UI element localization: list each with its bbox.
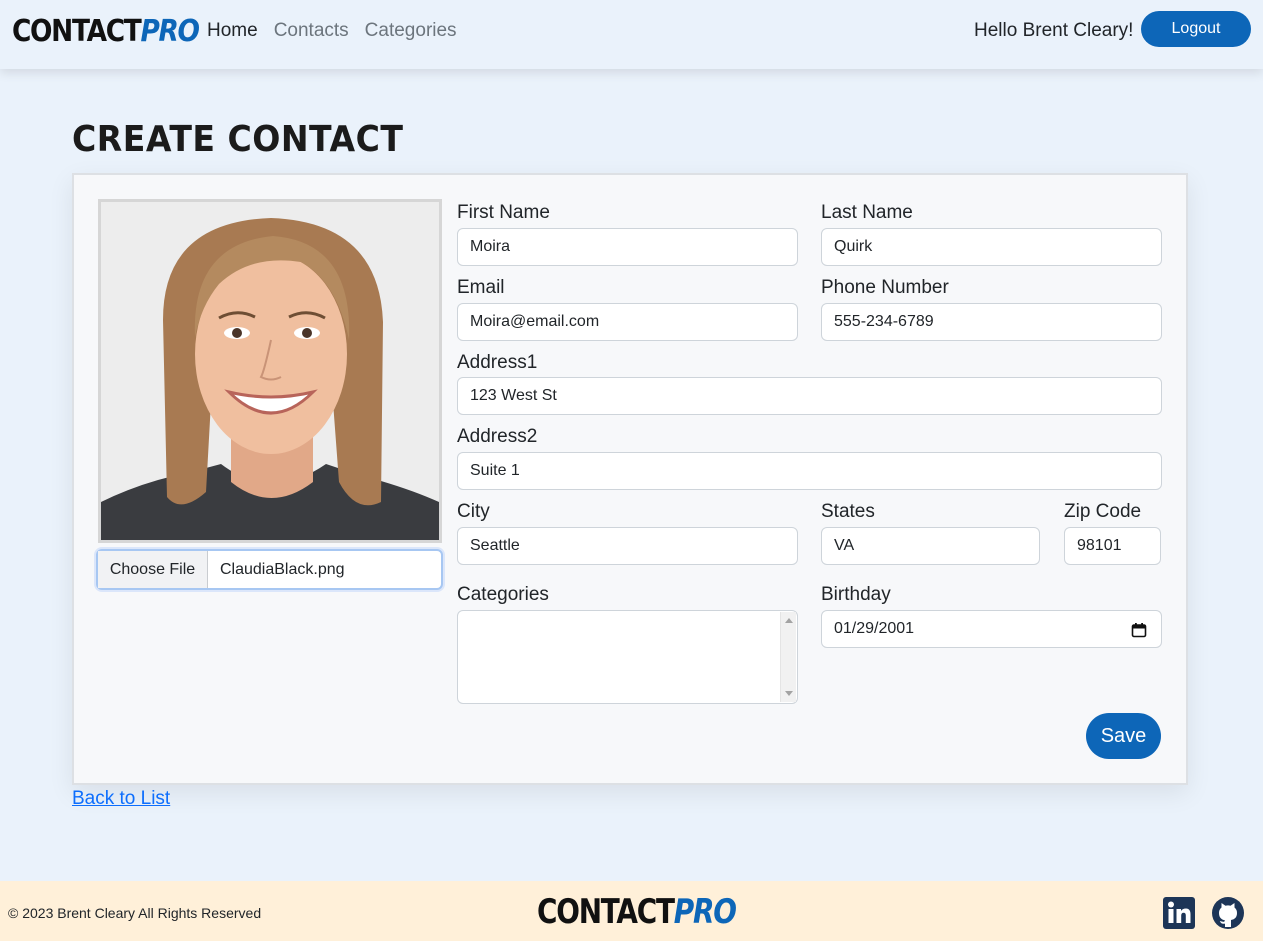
address1-label: Address1 (457, 352, 538, 373)
save-button[interactable]: Save (1086, 713, 1161, 759)
last-name-label: Last Name (821, 202, 913, 223)
chosen-file-name: ClaudiaBlack.png (220, 560, 345, 578)
navbar: CONTACTPRO Home Contacts Categories Hell… (0, 0, 1263, 69)
footer-logo: CONTACTPRO (537, 891, 737, 933)
birthday-label: Birthday (821, 584, 891, 605)
city-label: City (457, 501, 490, 522)
linkedin-icon[interactable] (1162, 896, 1196, 930)
github-icon[interactable] (1211, 896, 1245, 930)
last-name-input[interactable]: Quirk (821, 228, 1162, 266)
nav-links: Home Contacts Categories (207, 19, 457, 43)
email-input[interactable]: Moira@email.com (457, 303, 798, 341)
state-label: States (821, 501, 875, 522)
brand-logo[interactable]: CONTACTPRO (12, 13, 200, 51)
nav-link-contacts[interactable]: Contacts (274, 19, 349, 43)
footer: © 2023 Brent Cleary All Rights Reserved … (0, 881, 1263, 941)
choose-file-button[interactable]: Choose File (98, 551, 208, 588)
footer-logo-text-pro: PRO (673, 892, 737, 932)
birthday-input[interactable]: 01/29/2001 (821, 610, 1162, 648)
zip-input[interactable]: 98101 (1064, 527, 1161, 565)
page-title: CREATE CONTACT (72, 119, 404, 160)
categories-multiselect[interactable] (457, 610, 798, 704)
state-select[interactable]: VA (821, 527, 1040, 565)
copyright-text: © 2023 Brent Cleary All Rights Reserved (8, 905, 262, 921)
categories-scrollbar[interactable] (780, 612, 796, 702)
first-name-input[interactable]: Moira (457, 228, 798, 266)
logout-button[interactable]: Logout (1141, 11, 1251, 47)
portrait-image (101, 202, 439, 540)
footer-logo-text-contact: CONTACT (537, 892, 675, 932)
calendar-icon[interactable] (1131, 622, 1147, 638)
address2-input[interactable]: Suite 1 (457, 452, 1162, 490)
email-label: Email (457, 277, 505, 298)
scroll-up-arrow-icon[interactable] (785, 618, 793, 623)
photo-file-input[interactable]: Choose File ClaudiaBlack.png (96, 549, 443, 590)
back-to-list-link[interactable]: Back to List (72, 788, 170, 810)
phone-input[interactable]: 555-234-6789 (821, 303, 1162, 341)
scroll-down-arrow-icon[interactable] (785, 691, 793, 696)
birthday-value: 01/29/2001 (834, 620, 915, 637)
zip-label: Zip Code (1064, 501, 1142, 522)
nav-link-home[interactable]: Home (207, 19, 258, 43)
address1-input[interactable]: 123 West St (457, 377, 1162, 415)
first-name-label: First Name (457, 202, 550, 223)
categories-label: Categories (457, 584, 549, 605)
logo-text-pro: PRO (140, 14, 199, 49)
nav-link-categories[interactable]: Categories (365, 19, 457, 43)
phone-label: Phone Number (821, 277, 949, 298)
user-greeting: Hello Brent Cleary! (974, 20, 1134, 41)
contact-photo (98, 199, 442, 543)
logo-text-contact: CONTACT (12, 14, 142, 49)
address2-label: Address2 (457, 426, 538, 447)
city-input[interactable]: Seattle (457, 527, 798, 565)
